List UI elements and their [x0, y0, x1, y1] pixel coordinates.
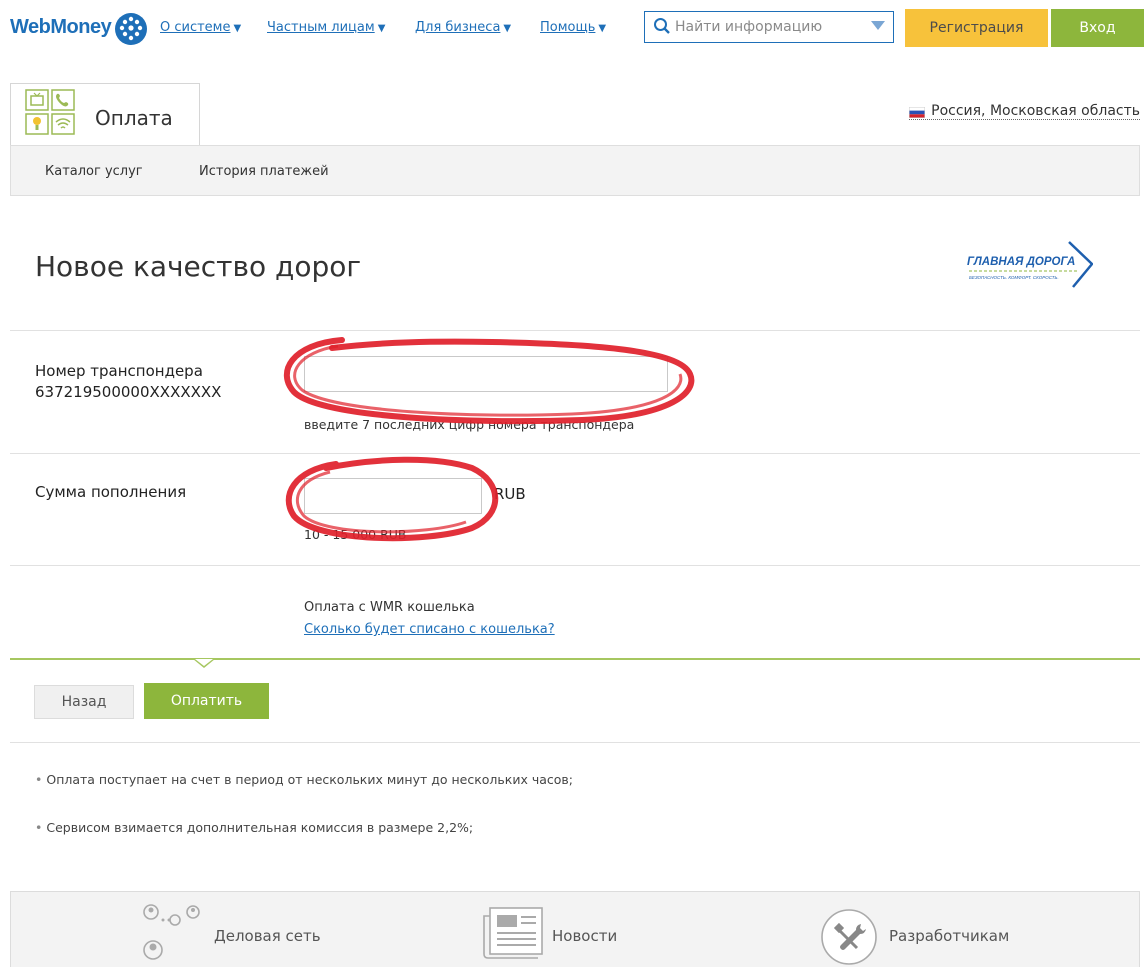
webmoney-logo-text[interactable]: WebMoney: [10, 16, 112, 39]
page-title: Новое качество дорог: [35, 250, 362, 283]
search-box: [644, 11, 894, 43]
back-button[interactable]: Назад: [34, 685, 134, 719]
divider: [10, 330, 1140, 331]
subnav-catalog[interactable]: Каталог услуг: [45, 164, 143, 179]
note-item: Оплата поступает на счет в период от нес…: [35, 772, 573, 787]
business-network-icon[interactable]: [139, 902, 209, 968]
subnav-history[interactable]: История платежей: [199, 164, 329, 179]
wallet-cost-link[interactable]: Сколько будет списано с кошелька?: [304, 622, 555, 637]
wallet-text: Оплата с WMR кошелька: [304, 600, 475, 615]
divider: [10, 742, 1140, 743]
login-button[interactable]: Вход: [1051, 9, 1144, 47]
nav-help[interactable]: Помощь ▼: [540, 20, 606, 35]
chevron-down-icon: ▼: [503, 23, 512, 34]
transponder-label: Номер транспондера 637219500000XXXXXXX: [35, 362, 222, 401]
note-item: Сервисом взимается дополнительная комисс…: [35, 820, 473, 835]
news-icon[interactable]: [480, 906, 546, 962]
footer-developers[interactable]: Разработчикам: [889, 927, 1009, 945]
region-label: Россия, Московская область: [931, 103, 1140, 119]
search-icon: [654, 18, 670, 34]
transponder-hint: введите 7 последних цифр номера транспон…: [304, 417, 635, 432]
webmoney-globe-icon[interactable]: [113, 11, 149, 47]
amount-input[interactable]: [304, 478, 482, 514]
footer-business-network[interactable]: Деловая сеть: [214, 927, 321, 945]
nav-business[interactable]: Для бизнеса ▼: [415, 20, 511, 35]
nav-about[interactable]: О системе ▼: [160, 20, 241, 35]
pay-button[interactable]: Оплатить: [144, 683, 269, 719]
footer-links: Деловая сеть Новости Разработчикам: [10, 891, 1140, 967]
divider: [10, 565, 1140, 566]
region-selector[interactable]: Россия, Московская область: [909, 103, 1140, 120]
search-input[interactable]: [675, 17, 853, 37]
svg-text:БЕЗОПАСНОСТЬ. КОМФОРТ. СКОРОСТ: БЕЗОПАСНОСТЬ. КОМФОРТ. СКОРОСТЬ.: [969, 275, 1059, 280]
footer-news[interactable]: Новости: [552, 927, 617, 945]
register-button[interactable]: Регистрация: [905, 9, 1048, 47]
divider: [10, 453, 1140, 454]
chevron-down-icon: ▼: [377, 23, 386, 34]
service-title: Оплата: [95, 106, 173, 130]
chevron-down-icon: ▼: [233, 23, 242, 34]
top-header: WebMoney О системе ▼ Частным лицам ▼ Для б…: [0, 0, 1144, 62]
developer-tools-icon[interactable]: [817, 906, 881, 968]
transponder-input[interactable]: [304, 356, 668, 392]
amount-label: Сумма пополнения: [35, 483, 187, 501]
service-subnav: Каталог услуг История платежей: [10, 145, 1140, 196]
service-tab-payment[interactable]: Оплата: [10, 83, 200, 145]
chevron-down-icon: ▼: [598, 23, 607, 34]
nav-individuals[interactable]: Частным лицам ▼: [267, 20, 385, 35]
search-dropdown-icon[interactable]: [871, 21, 885, 31]
russia-flag-icon: [909, 107, 926, 118]
amount-currency: RUB: [494, 485, 526, 503]
svg-text:ГЛАВНАЯ ДОРОГА: ГЛАВНАЯ ДОРОГА: [967, 256, 1075, 268]
amount-range-hint: 10 - 15 000 RUB: [304, 527, 407, 542]
payment-services-icon: [25, 89, 75, 135]
green-divider: [10, 658, 1140, 660]
glavnaya-doroga-logo: ГЛАВНАЯ ДОРОГА БЕЗОПАСНОСТЬ. КОМФОРТ. СК…: [967, 241, 1093, 288]
